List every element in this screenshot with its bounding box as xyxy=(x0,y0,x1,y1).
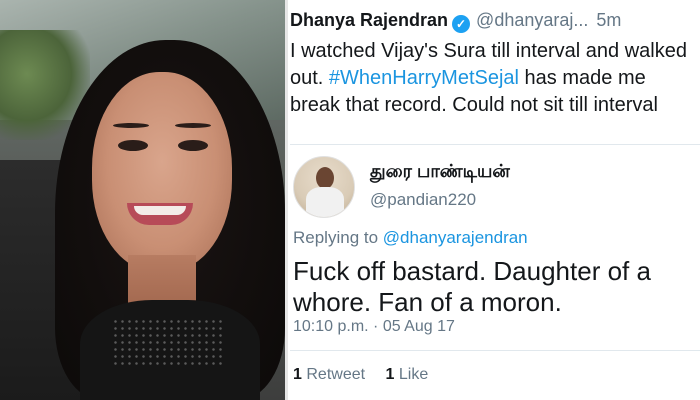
profile-photo xyxy=(0,0,285,400)
tweet1-author-name[interactable]: Dhanya Rajendran xyxy=(290,10,448,30)
avatar[interactable] xyxy=(293,156,355,218)
tweet2-author-name[interactable]: துரை பாண்டியன் xyxy=(370,161,510,184)
like-stat[interactable]: 1 Like xyxy=(386,366,429,383)
tweet2-text: Fuck off bastard. Daughter of a whore. F… xyxy=(293,256,651,317)
tweet-separator xyxy=(290,144,700,145)
photo-brow-right xyxy=(175,123,211,128)
photo-eye-left xyxy=(118,140,148,151)
avatar-head xyxy=(316,167,334,189)
replying-prefix: Replying to xyxy=(293,228,383,247)
photo-teeth xyxy=(134,206,186,215)
tweet2-author-handle[interactable]: @pandian220 xyxy=(370,190,476,210)
photo-face xyxy=(92,72,232,272)
photo-clothing-pattern xyxy=(112,318,222,368)
tweet1-author-handle[interactable]: @dhanyaraj... xyxy=(476,10,588,30)
tweet2-stats: 1 Retweet 1 Like xyxy=(293,366,444,384)
tweet1-hashtag-link[interactable]: #WhenHarryMetSejal xyxy=(329,67,519,89)
avatar-body xyxy=(306,187,344,217)
retweet-count: 1 xyxy=(293,366,302,383)
stats-separator xyxy=(290,350,700,351)
tweet-panel: Dhanya Rajendran ✓ @dhanyaraj... 5m I watch… xyxy=(290,0,700,400)
photo-eye-right xyxy=(178,140,208,151)
tweet2-timestamp[interactable]: 10:10 p.m. · 05 Aug 17 xyxy=(293,318,455,336)
tweet1-header: Dhanya Rajendran ✓ @dhanyaraj... 5m xyxy=(290,10,700,34)
tweet1-time[interactable]: 5m xyxy=(596,10,621,30)
photo-brow-left xyxy=(113,123,149,128)
retweet-stat[interactable]: 1 Retweet xyxy=(293,366,365,383)
retweet-label: Retweet xyxy=(306,366,366,383)
tweet1-text: I watched Vijay's Sura till interval and… xyxy=(290,38,690,119)
replying-to: Replying to @dhanyarajendran xyxy=(293,228,528,248)
verified-badge-icon: ✓ xyxy=(452,15,471,33)
like-count: 1 xyxy=(385,366,395,383)
replying-mention-link[interactable]: @dhanyarajendran xyxy=(383,228,528,247)
panel-divider xyxy=(285,0,288,400)
like-label: Like xyxy=(398,366,429,383)
